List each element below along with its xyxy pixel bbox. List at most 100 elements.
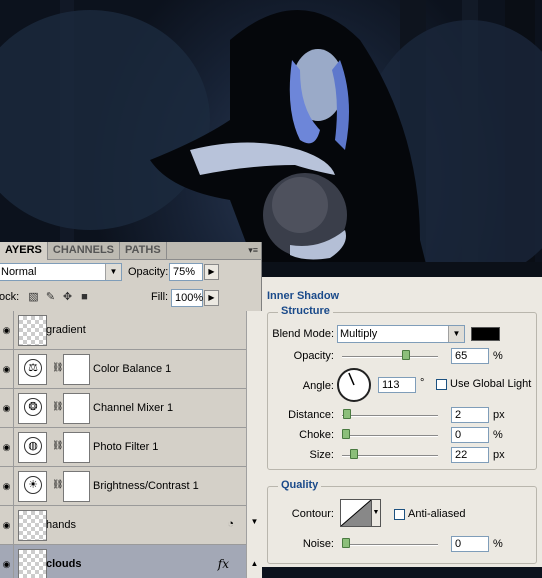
noise-unit: % [493, 538, 503, 550]
layer-mask-thumbnail[interactable] [63, 354, 90, 385]
angle-value-input[interactable]: 113 [378, 377, 416, 393]
distance-unit: px [493, 409, 505, 421]
shadow-blend-mode-select[interactable]: Multiply ▼ [337, 325, 465, 343]
fill-flyout-button[interactable]: ▶ [204, 290, 219, 306]
use-global-light-checkbox[interactable] [436, 379, 447, 390]
layer-thumbnail [18, 549, 47, 578]
blend-mode-select[interactable]: Normal ▼ [0, 263, 122, 281]
distance-value-input[interactable]: 2 [451, 407, 489, 423]
tab-paths[interactable]: PATHS [120, 242, 167, 259]
layer-name: gradient [46, 324, 86, 336]
fill-input[interactable]: 100% [171, 289, 203, 307]
noise-label: Noise: [302, 538, 334, 550]
lock-all-icon[interactable]: ■ [78, 291, 91, 304]
size-label: Size: [309, 449, 334, 461]
layer-name: hands [46, 519, 76, 531]
visibility-eye-icon[interactable]: ◉ [0, 428, 14, 467]
chevron-down-icon: ▼ [105, 264, 121, 280]
lock-transparency-icon[interactable]: ▧ [27, 291, 40, 304]
opacity-input[interactable]: 75% [169, 263, 203, 281]
layer-name: clouds [46, 558, 82, 570]
opacity-slider[interactable] [342, 356, 438, 358]
layer-gradient[interactable]: ◉ gradient [0, 311, 246, 350]
lock-options: ▧ ✎ ✥ ■ [27, 291, 91, 304]
lock-move-icon[interactable]: ✥ [61, 291, 74, 304]
contour-preview[interactable] [340, 499, 372, 527]
noise-slider-thumb[interactable] [342, 538, 350, 548]
size-value-input[interactable]: 22 [451, 447, 489, 463]
angle-dial[interactable] [337, 368, 371, 402]
contour-dropdown-arrow-icon[interactable]: ▼ [372, 499, 381, 527]
circles-icon: ❂ [24, 398, 42, 416]
effects-indicator-icon[interactable]: ◔ [227, 518, 234, 530]
anti-aliased-checkbox[interactable] [394, 509, 405, 520]
opacity-value-input[interactable]: 65 [451, 348, 489, 364]
layer-list: ◉ gradient ◉ ⚖ ⛓ Color Balance 1 ◉ ❂ ⛓ C… [0, 311, 262, 578]
choke-slider-thumb[interactable] [342, 429, 350, 439]
brightness-contrast-icon: ☀ [18, 471, 47, 502]
layer-channel-mixer[interactable]: ◉ ❂ ⛓ Channel Mixer 1 [0, 389, 246, 428]
layers-panel: AYERS CHANNELS PATHS ▾≡ Normal ▼ Opacity… [0, 242, 262, 578]
choke-slider[interactable] [342, 435, 438, 437]
tab-layers[interactable]: AYERS [0, 242, 48, 260]
noise-value-input[interactable]: 0 [451, 536, 489, 552]
angle-unit: ° [420, 377, 425, 389]
opacity-label: Opacity: [293, 350, 334, 362]
choke-value-input[interactable]: 0 [451, 427, 489, 443]
layer-clouds[interactable]: ◉ clouds fx [0, 545, 246, 578]
visibility-eye-icon[interactable]: ◉ [0, 389, 14, 428]
layer-color-balance[interactable]: ◉ ⚖ ⛓ Color Balance 1 [0, 350, 246, 389]
photo-filter-icon: ◍ [18, 432, 47, 463]
panel-menu-icon[interactable]: ▾≡ [248, 245, 258, 256]
contour-label: Contour: [291, 508, 334, 520]
layers-scrollbar[interactable]: ▼ ▲ [246, 311, 262, 578]
dialog-title: Inner Shadow [267, 290, 340, 302]
opacity-slider-thumb[interactable] [401, 350, 410, 360]
layer-mask-thumbnail[interactable] [63, 432, 90, 463]
opacity-unit: % [493, 350, 503, 362]
shadow-color-swatch[interactable] [471, 327, 500, 341]
visibility-eye-icon[interactable]: ◉ [0, 506, 14, 545]
link-chain-icon: ⛓ [52, 362, 64, 372]
lock-label: ock: [0, 291, 20, 303]
size-unit: px [493, 449, 505, 461]
scale-icon: ⚖ [24, 359, 42, 377]
blend-mode-label: Blend Mode: [272, 328, 334, 340]
scroll-down-arrow-icon[interactable]: ▼ [247, 517, 262, 529]
quality-group: Quality Contour: ▼ Anti-aliased Noise: 0… [267, 479, 537, 564]
lock-brush-icon[interactable]: ✎ [44, 291, 57, 304]
visibility-eye-icon[interactable]: ◉ [0, 545, 14, 578]
choke-unit: % [493, 429, 503, 441]
visibility-eye-icon[interactable]: ◉ [0, 350, 14, 389]
anti-aliased-label: Anti-aliased [408, 508, 466, 520]
layer-thumbnail [18, 510, 47, 541]
tab-channels[interactable]: CHANNELS [48, 242, 121, 259]
layer-mask-thumbnail[interactable] [63, 471, 90, 502]
angle-dial-needle [348, 372, 355, 386]
size-slider-thumb[interactable] [350, 449, 359, 459]
noise-slider[interactable] [342, 544, 438, 546]
chevron-down-icon: ▼ [448, 326, 464, 342]
scroll-up-arrow-icon[interactable]: ▲ [247, 559, 262, 571]
link-chain-icon: ⛓ [52, 440, 64, 450]
layer-hands[interactable]: ◉ hands ◔ [0, 506, 246, 545]
blend-mode-value: Normal [1, 266, 37, 278]
visibility-eye-icon[interactable]: ◉ [0, 311, 14, 350]
link-chain-icon: ⛓ [52, 401, 64, 411]
distance-slider[interactable] [342, 415, 438, 417]
shadow-blend-mode-value: Multiply [340, 328, 378, 340]
layer-brightness-contrast[interactable]: ◉ ☀ ⛓ Brightness/Contrast 1 [0, 467, 246, 506]
layer-thumbnail [18, 315, 47, 346]
layer-photo-filter[interactable]: ◉ ◍ ⛓ Photo Filter 1 [0, 428, 246, 467]
opacity-label: Opacity: [128, 266, 169, 278]
visibility-eye-icon[interactable]: ◉ [0, 467, 14, 506]
layer-name: Color Balance 1 [93, 363, 172, 375]
distance-slider-thumb[interactable] [342, 409, 351, 419]
link-chain-icon: ⛓ [52, 479, 64, 489]
opacity-flyout-button[interactable]: ▶ [204, 264, 219, 280]
layer-name: Brightness/Contrast 1 [93, 480, 199, 492]
layer-mask-thumbnail[interactable] [63, 393, 90, 424]
fx-icon[interactable]: fx [218, 545, 229, 578]
sun-icon: ☀ [24, 476, 42, 494]
use-global-light-label: Use Global Light [450, 378, 532, 390]
